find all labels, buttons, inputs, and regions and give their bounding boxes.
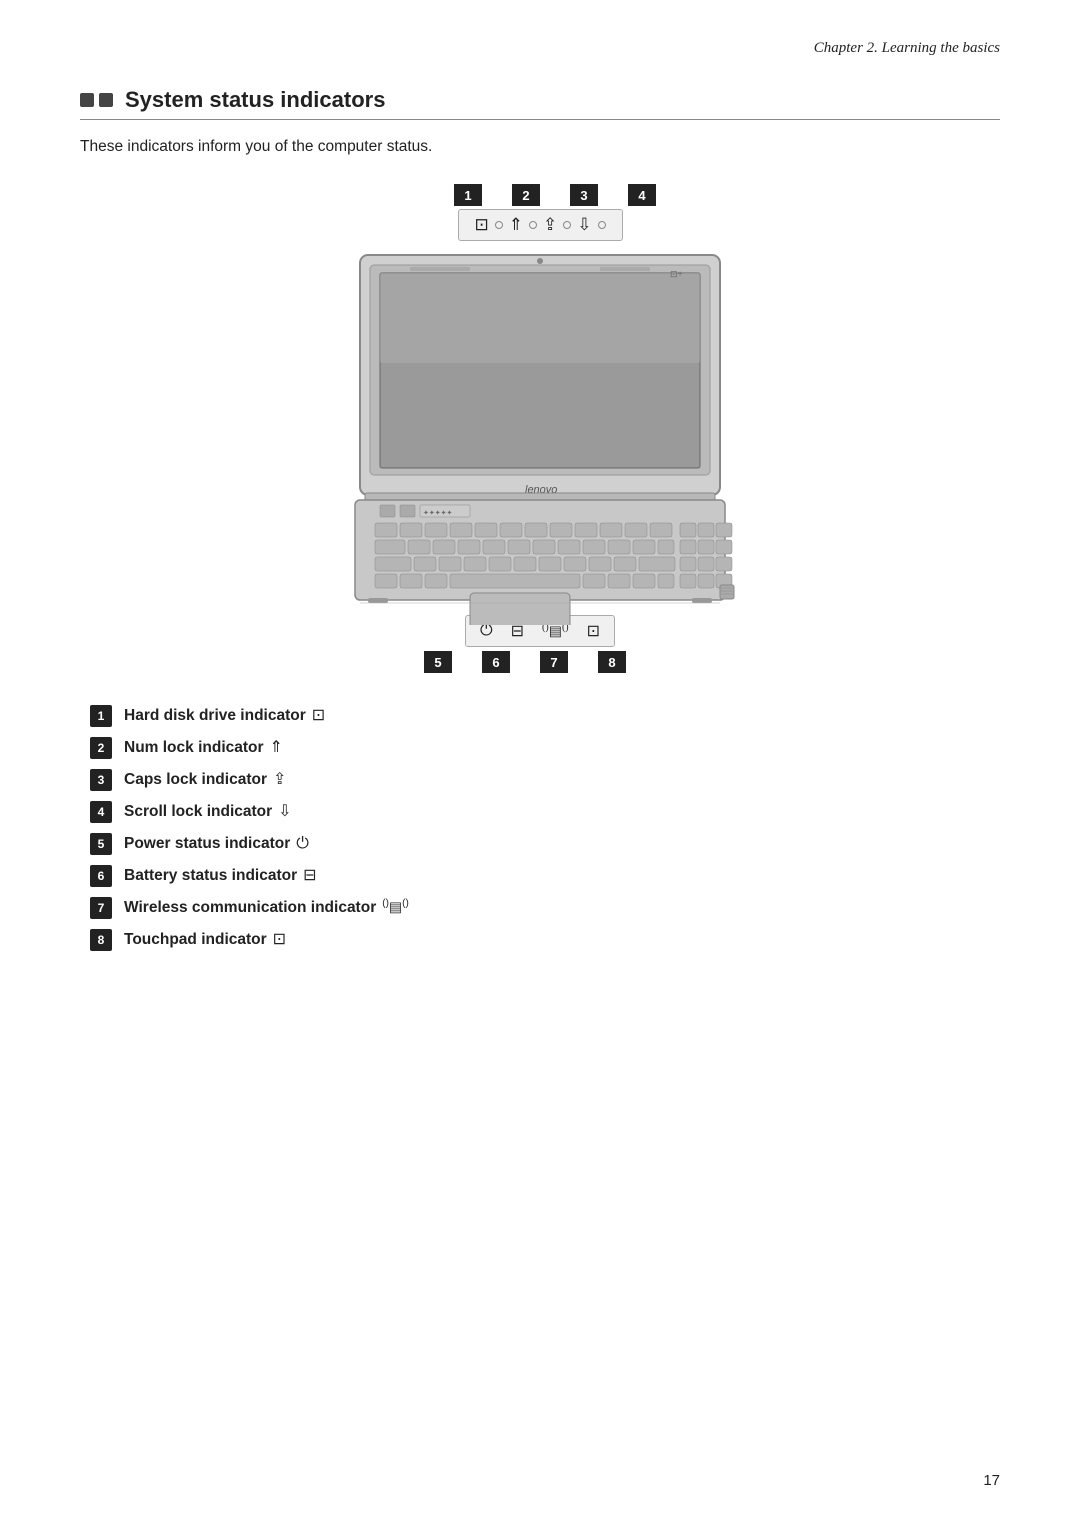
item-icon-2: ⇑ xyxy=(270,737,283,757)
item-icon-4: ⇩ xyxy=(278,801,291,821)
chapter-header: Chapter 2. Learning the basics xyxy=(80,40,1000,57)
circle-2 xyxy=(529,221,537,229)
numlock-icon: ⇑ xyxy=(509,215,523,235)
item-badge-8: 8 xyxy=(90,929,112,951)
item-label-4: Scroll lock indicator xyxy=(124,803,272,821)
svg-text:⊡+: ⊡+ xyxy=(670,269,683,279)
item-icon-6: ⊟ xyxy=(303,865,316,885)
item-label-5: Power status indicator xyxy=(124,835,290,853)
indicator-num-5: 5 xyxy=(424,651,452,673)
item-label-1: Hard disk drive indicator xyxy=(124,707,306,725)
item-badge-4: 4 xyxy=(90,801,112,823)
item-label-6: Battery status indicator xyxy=(124,867,297,885)
dot-1 xyxy=(80,93,94,107)
list-item: 1 Hard disk drive indicator ⊡ xyxy=(90,705,1000,727)
section-title: System status indicators xyxy=(125,87,385,113)
laptop-svg: lenovo ⊡+ ✦✦✦✦✦ xyxy=(280,245,800,625)
laptop-illustration: lenovo ⊡+ ✦✦✦✦✦ xyxy=(280,245,800,625)
item-badge-3: 3 xyxy=(90,769,112,791)
item-badge-7: 7 xyxy=(90,897,112,919)
item-icon-5: ⏻ xyxy=(296,835,309,853)
indicator-num-1: 1 xyxy=(454,184,482,206)
svg-text:✦✦✦✦✦: ✦✦✦✦✦ xyxy=(423,509,452,517)
section-dots xyxy=(80,93,113,107)
page-number: 17 xyxy=(983,1472,1000,1489)
list-item: 2 Num lock indicator ⇑ xyxy=(90,737,1000,759)
dot-2 xyxy=(99,93,113,107)
indicator-num-4: 4 xyxy=(628,184,656,206)
item-badge-6: 6 xyxy=(90,865,112,887)
item-badge-2: 2 xyxy=(90,737,112,759)
top-indicator-strip: ⊡ ⇑ ⇪ ⇩ xyxy=(458,209,623,241)
capslock-icon: ⇪ xyxy=(543,215,557,235)
circle-1 xyxy=(495,221,503,229)
indicator-num-6: 6 xyxy=(482,651,510,673)
indicator-num-7: 7 xyxy=(540,651,568,673)
item-badge-5: 5 xyxy=(90,833,112,855)
item-icon-3: ⇪ xyxy=(273,769,286,789)
item-icon-7: ()▤() xyxy=(382,898,409,916)
item-label-8: Touchpad indicator xyxy=(124,931,267,949)
section-title-row: System status indicators xyxy=(80,87,1000,120)
item-badge-1: 1 xyxy=(90,705,112,727)
list-item: 6 Battery status indicator ⊟ xyxy=(90,865,1000,887)
hdd-icon: ⊡ xyxy=(475,215,489,235)
item-icon-8: ⊡ xyxy=(273,929,286,949)
indicator-num-2: 2 xyxy=(512,184,540,206)
indicator-list: 1 Hard disk drive indicator ⊡ 2 Num lock… xyxy=(80,705,1000,951)
list-item: 8 Touchpad indicator ⊡ xyxy=(90,929,1000,951)
indicator-num-3: 3 xyxy=(570,184,598,206)
item-label-2: Num lock indicator xyxy=(124,739,264,757)
circle-4 xyxy=(598,221,606,229)
list-item: 5 Power status indicator ⏻ xyxy=(90,833,1000,855)
intro-text: These indicators inform you of the compu… xyxy=(80,138,1000,156)
list-item: 4 Scroll lock indicator ⇩ xyxy=(90,801,1000,823)
list-item: 3 Caps lock indicator ⇪ xyxy=(90,769,1000,791)
scrolllock-icon: ⇩ xyxy=(577,215,591,235)
indicator-num-8: 8 xyxy=(598,651,626,673)
circle-3 xyxy=(563,221,571,229)
item-label-7: Wireless communication indicator xyxy=(124,899,376,917)
diagram-container: 1 2 3 4 ⊡ ⇑ ⇪ ⇩ xyxy=(80,184,1000,673)
item-icon-1: ⊡ xyxy=(312,705,325,725)
list-item: 7 Wireless communication indicator ()▤() xyxy=(90,897,1000,919)
item-label-3: Caps lock indicator xyxy=(124,771,267,789)
